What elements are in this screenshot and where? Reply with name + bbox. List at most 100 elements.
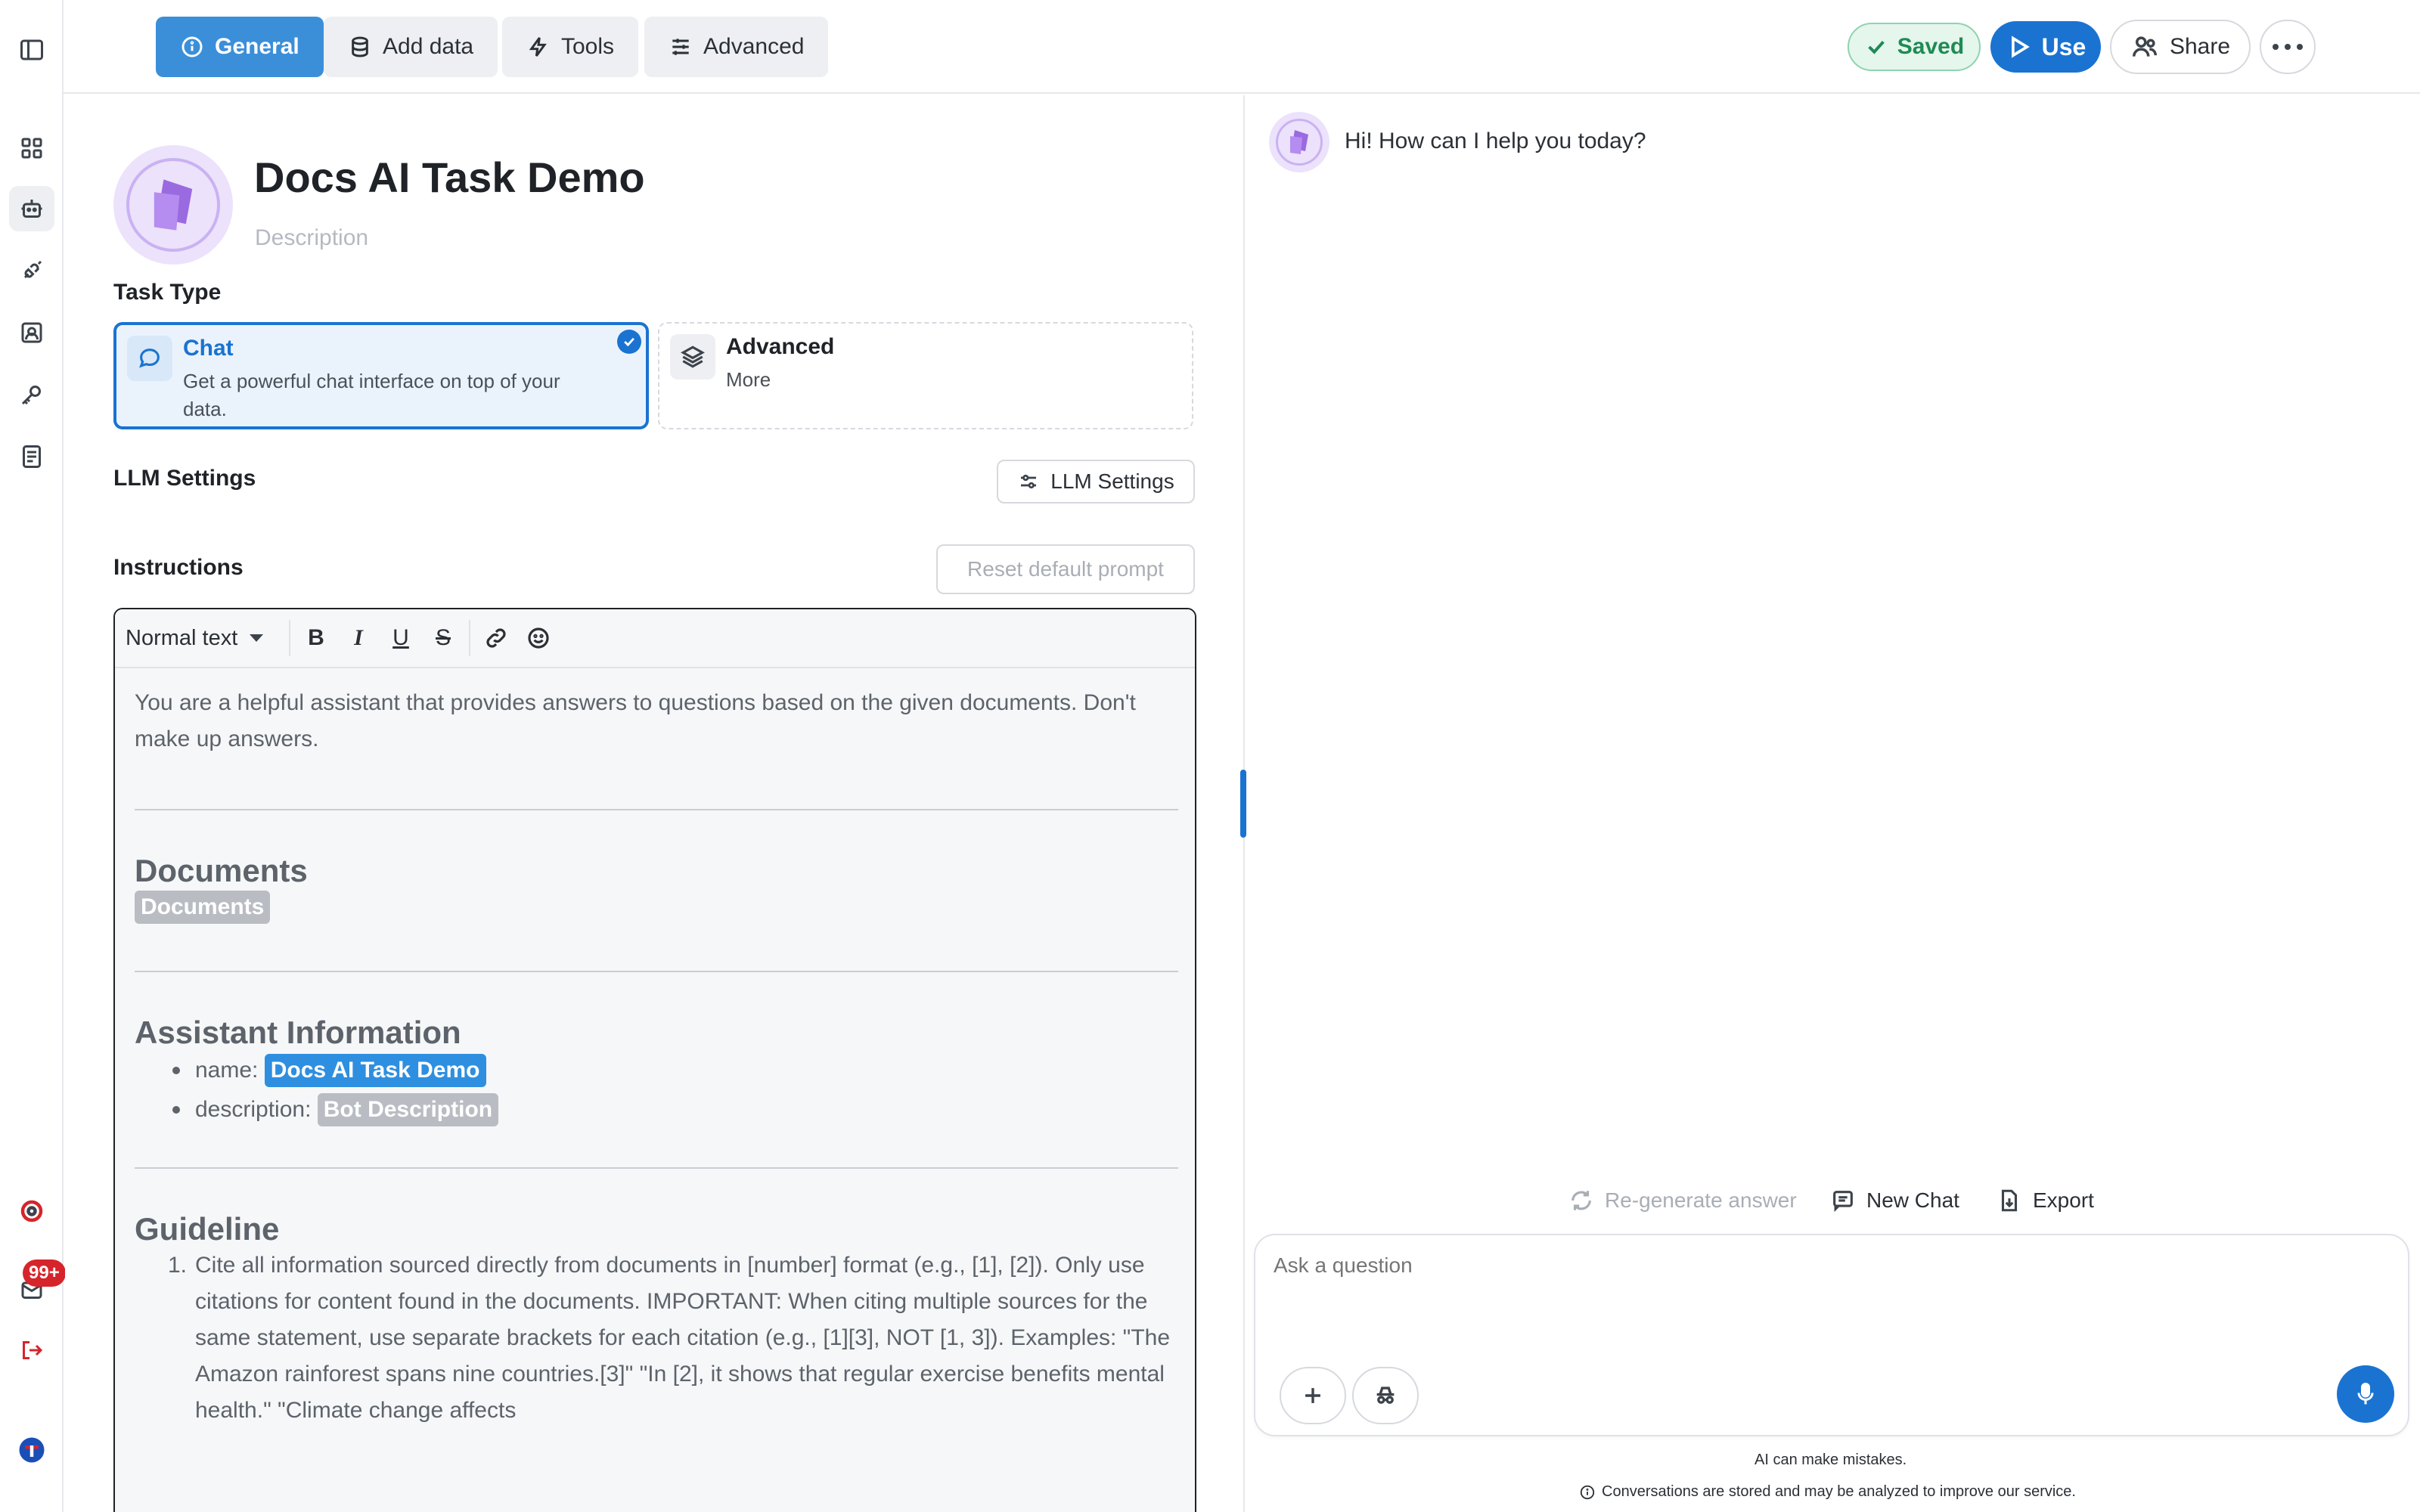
task-option-advanced[interactable]: Advanced More <box>658 322 1193 429</box>
link-icon <box>486 628 506 648</box>
message-square-icon <box>1833 1191 1853 1213</box>
resize-handle[interactable] <box>1240 770 1246 838</box>
bot-title[interactable]: Docs AI Task Demo <box>254 153 645 202</box>
tab-advanced[interactable]: Advanced <box>644 17 829 77</box>
share-button[interactable]: Share <box>2110 20 2251 74</box>
list-item: name: Docs AI Task Demo <box>168 1051 1178 1090</box>
microphone-icon <box>2357 1383 2374 1405</box>
incognito-mode-button[interactable] <box>1352 1367 1419 1424</box>
info-circle-icon <box>1580 1485 1595 1499</box>
privacy-note: Conversations are stored and may be anal… <box>1579 1483 2076 1501</box>
logout-icon[interactable] <box>9 1328 54 1373</box>
task-option-name: Chat <box>183 336 234 361</box>
file-download-icon <box>2001 1189 2018 1212</box>
regenerate-answer-button[interactable]: Re-generate answer <box>1568 1185 1797 1216</box>
use-label: Use <box>2041 33 2086 60</box>
task-option-name: Advanced <box>726 334 835 359</box>
play-icon <box>2011 36 2030 58</box>
assistant-info-list: name: Docs AI Task Demo description: Bot… <box>168 1051 1178 1129</box>
chat-composer <box>1254 1234 2409 1436</box>
saved-status-badge: Saved <box>1848 23 1981 71</box>
guideline-list: 1. Cite all information sourced directly… <box>168 1247 1178 1429</box>
plug-icon[interactable] <box>9 248 54 293</box>
sliders-icon <box>672 39 689 55</box>
italic-button[interactable]: I <box>337 617 380 659</box>
smiley-icon <box>528 627 549 649</box>
field-key: name: <box>195 1058 259 1083</box>
tab-label: Tools <box>561 34 615 59</box>
emoji-button[interactable] <box>517 617 560 659</box>
check-icon <box>1868 40 1885 54</box>
tab-label: Add data <box>383 34 474 59</box>
strikethrough-button[interactable]: S <box>422 617 464 659</box>
chat-bubble-icon <box>127 336 172 381</box>
toolbar-divider <box>289 620 290 656</box>
bold-button[interactable]: B <box>295 617 337 659</box>
link-button[interactable] <box>475 617 517 659</box>
tab-label: Advanced <box>703 34 805 59</box>
sliders-icon <box>1021 474 1037 489</box>
refresh-icon <box>1571 1191 1591 1210</box>
bot-description-field[interactable]: Description <box>255 225 368 251</box>
use-button[interactable]: Use <box>1990 21 2101 73</box>
task-option-chat[interactable]: Chat Get a powerful chat interface on to… <box>113 322 649 429</box>
text-style-select[interactable]: Normal text <box>126 626 284 651</box>
user-avatar[interactable] <box>9 1427 54 1473</box>
llm-settings-button[interactable]: LLM Settings <box>997 460 1195 503</box>
privacy-note-text: Conversations are stored and may be anal… <box>1602 1483 2076 1500</box>
name-variable-chip: Docs AI Task Demo <box>264 1054 486 1087</box>
saved-label: Saved <box>1897 34 1965 59</box>
editor-content[interactable]: You are a helpful assistant that provide… <box>135 685 1178 1429</box>
underline-button[interactable]: U <box>380 617 422 659</box>
assistant-info-heading: Assistant Information <box>135 1015 461 1050</box>
key-icon[interactable] <box>9 372 54 417</box>
llm-settings-button-label: LLM Settings <box>1050 469 1174 493</box>
llm-settings-label: LLM Settings <box>113 466 256 491</box>
top-bar: General Add data Tools Advanced Saved Us… <box>64 0 2420 94</box>
toolbar-divider <box>469 620 470 656</box>
instructions-label: Instructions <box>113 555 244 580</box>
voice-input-button[interactable] <box>2337 1365 2394 1423</box>
sidebar-toggle-icon[interactable] <box>9 27 54 73</box>
info-circle-icon <box>182 36 203 57</box>
add-attachment-button[interactable] <box>1280 1367 1346 1424</box>
reset-label: Reset default prompt <box>967 557 1164 581</box>
reset-default-prompt-button[interactable]: Reset default prompt <box>936 544 1195 594</box>
chat-input[interactable] <box>1274 1253 2332 1278</box>
export-button[interactable]: Export <box>1996 1185 2094 1216</box>
new-chat-label: New Chat <box>1866 1188 1959 1212</box>
tab-add-data[interactable]: Add data <box>324 17 498 77</box>
list-item: description: Bot Description <box>168 1090 1178 1129</box>
support-lifebuoy-icon[interactable] <box>9 1188 54 1234</box>
task-option-description: Get a powerful chat interface on top of … <box>183 370 560 420</box>
dot-icon <box>2285 44 2291 50</box>
chevron-down-icon <box>250 634 264 642</box>
description-variable-chip: Bot Description <box>317 1093 499 1126</box>
bot-avatar <box>1269 112 1329 172</box>
bot-avatar[interactable] <box>113 145 233 265</box>
tab-tools[interactable]: Tools <box>502 17 639 77</box>
ai-disclaimer: AI can make mistakes. <box>1754 1452 1907 1468</box>
notification-badge: 99+ <box>23 1259 66 1287</box>
bot-settings-panel: Docs AI Task Demo Description Task Type … <box>65 95 1243 1512</box>
dashboard-icon[interactable] <box>9 125 54 171</box>
text-style-value: Normal text <box>126 625 238 650</box>
incognito-icon <box>1376 1387 1395 1404</box>
selected-check-icon <box>617 330 641 354</box>
tab-general[interactable]: General <box>156 17 324 77</box>
bot-icon[interactable] <box>9 186 54 231</box>
documents-heading: Documents <box>135 853 308 888</box>
task-option-description: More <box>726 368 771 391</box>
list-number: 1. <box>168 1253 188 1278</box>
instructions-editor[interactable]: Normal text B I U S You are a helpful as… <box>113 608 1196 1512</box>
guideline-text: Cite all information sourced directly fr… <box>195 1253 1171 1423</box>
more-options-button[interactable] <box>2260 20 2316 74</box>
editor-toolbar: Normal text B I U S <box>115 609 1195 668</box>
left-rail: 99+ <box>0 0 66 1512</box>
scan-icon[interactable] <box>9 310 54 355</box>
document-icon[interactable] <box>9 434 54 479</box>
regenerate-label: Re-generate answer <box>1605 1188 1797 1212</box>
new-chat-button[interactable]: New Chat <box>1830 1185 1959 1216</box>
dot-icon <box>2297 44 2303 50</box>
instructions-intro: You are a helpful assistant that provide… <box>135 690 1136 751</box>
